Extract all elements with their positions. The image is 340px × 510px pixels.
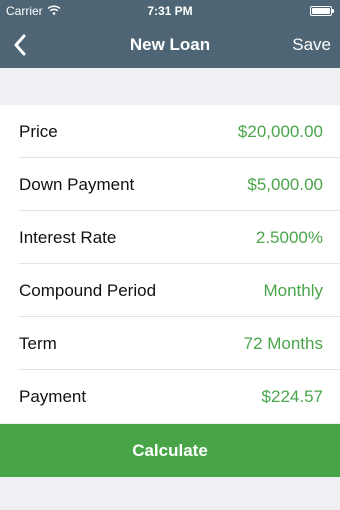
- compound-period-label: Compound Period: [19, 280, 157, 300]
- row-price[interactable]: Price $20,000.00: [0, 105, 340, 158]
- term-label: Term: [19, 333, 57, 353]
- payment-label: Payment: [19, 386, 87, 406]
- interest-rate-value: 2.5000%: [255, 227, 323, 247]
- row-down-payment[interactable]: Down Payment $5,000.00: [0, 158, 340, 211]
- battery-icon: [310, 6, 334, 16]
- status-time: 7:31 PM: [147, 4, 193, 18]
- status-bar: Carrier 7:31 PM: [0, 0, 340, 22]
- loan-form-list: Price $20,000.00 Down Payment $5,000.00 …: [0, 105, 340, 423]
- price-label: Price: [19, 121, 58, 141]
- row-term[interactable]: Term 72 Months: [0, 317, 340, 370]
- compound-period-value: Monthly: [263, 280, 323, 300]
- calculate-button[interactable]: Calculate: [0, 424, 340, 477]
- save-button[interactable]: Save: [292, 35, 331, 55]
- term-value: 72 Months: [243, 333, 323, 353]
- down-payment-value: $5,000.00: [247, 174, 323, 194]
- row-payment: Payment $224.57: [0, 370, 340, 423]
- row-compound-period[interactable]: Compound Period Monthly: [0, 264, 340, 317]
- nav-bar: New Loan Save: [0, 22, 340, 68]
- down-payment-label: Down Payment: [19, 174, 135, 194]
- page-title: New Loan: [129, 35, 211, 54]
- row-interest-rate[interactable]: Interest Rate 2.5000%: [0, 211, 340, 264]
- payment-value: $224.57: [261, 386, 323, 406]
- interest-rate-label: Interest Rate: [19, 227, 117, 247]
- price-value: $20,000.00: [237, 121, 323, 141]
